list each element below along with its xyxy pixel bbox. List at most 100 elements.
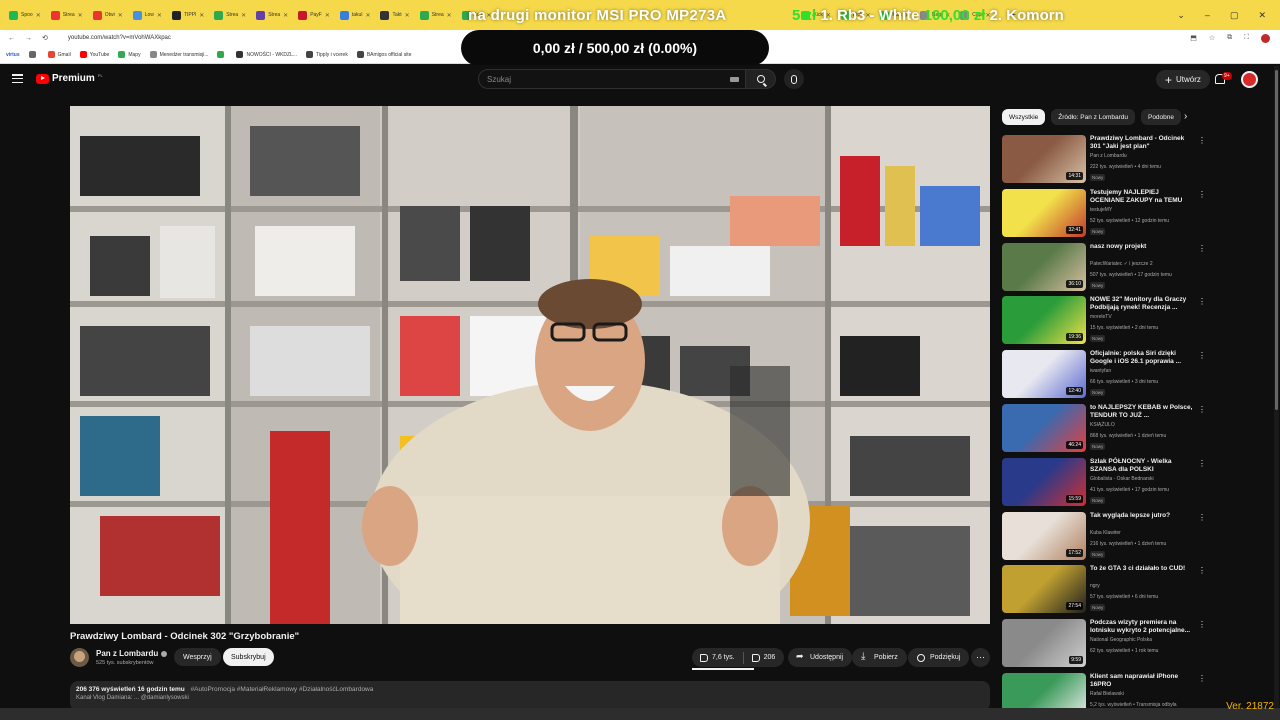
filter-chip[interactable]: Źródło: Pan z Lombardu xyxy=(1051,109,1135,125)
tab-close-icon[interactable]: ✕ xyxy=(283,12,288,19)
tab-close-icon[interactable]: ✕ xyxy=(118,12,123,19)
reload-button[interactable]: ⟲ xyxy=(42,34,48,42)
video-thumbnail[interactable]: 27:54 xyxy=(1002,565,1086,614)
tab-close-icon[interactable]: ✕ xyxy=(405,12,410,19)
bookmark-item[interactable] xyxy=(28,51,39,58)
tab-close-icon[interactable]: ✕ xyxy=(447,12,452,19)
bookmark-item[interactable] xyxy=(217,51,227,58)
recommended-title[interactable]: Podczas wizyty premiera na lotnisku wykr… xyxy=(1090,619,1194,635)
recommended-channel[interactable]: moreleTV xyxy=(1090,314,1112,320)
video-thumbnail[interactable]: 14:31 xyxy=(1002,135,1086,183)
keyboard-icon[interactable] xyxy=(730,77,739,82)
scrollbar-thumb[interactable] xyxy=(1275,70,1278,410)
recommended-channel[interactable]: Pan z Lombardu xyxy=(1090,153,1127,159)
browser-profile-avatar[interactable] xyxy=(1261,33,1270,43)
recommended-title[interactable]: Testujemy NAJLEPIEJ OCENIANE ZAKUPY na T… xyxy=(1090,189,1194,205)
more-options-icon[interactable]: ⋮ xyxy=(1198,137,1206,145)
recommended-video[interactable]: 17:52 Tak wygląda lepsze jutro? Kuba Klawi… xyxy=(1002,511,1206,562)
more-options-icon[interactable]: ⋮ xyxy=(1198,406,1206,414)
tab-close-icon[interactable]: ✕ xyxy=(78,12,83,19)
hamburger-menu-icon[interactable] xyxy=(12,74,23,83)
tab-10[interactable]: Strea ✕ xyxy=(415,4,457,26)
bookmark-item[interactable]: YouTube xyxy=(79,51,109,58)
tab-close-icon[interactable]: ✕ xyxy=(325,12,330,19)
video-thumbnail[interactable]: 9:59 xyxy=(1002,619,1086,668)
recommended-channel[interactable]: Kuba Klawiter xyxy=(1090,530,1121,536)
recommended-video[interactable]: 36:10 nasz nowy projekt PatecWariatec ✓ i … xyxy=(1002,242,1206,293)
create-button[interactable]: + Utwórz xyxy=(1156,70,1210,89)
support-button[interactable]: Wesprzyj xyxy=(174,648,221,666)
tab-close-icon[interactable]: ✕ xyxy=(241,12,246,19)
tab-4[interactable]: TIPPl ✕ xyxy=(167,4,209,26)
recommended-channel[interactable]: KSIĄŻULO xyxy=(1090,422,1115,428)
recommended-title[interactable]: To że GTA 3 ci działało to CUD! xyxy=(1090,565,1194,573)
recommended-channel[interactable]: testujeMY xyxy=(1090,207,1112,213)
tab-search-button[interactable]: ⌄ xyxy=(1177,10,1185,21)
recommended-video[interactable]: 14:31 Prawdziwy Lombard - Odcinek 301 "Ja… xyxy=(1002,135,1206,185)
bookmark-star-icon[interactable]: ☆ xyxy=(1209,34,1215,42)
bookmark-item[interactable]: Tipply i vcerek xyxy=(306,51,348,58)
tab-close-icon[interactable]: ✕ xyxy=(199,12,204,19)
video-thumbnail[interactable]: 36:10 xyxy=(1002,242,1086,291)
channel-avatar[interactable] xyxy=(70,648,89,667)
video-thumbnail[interactable]: 32:41 xyxy=(1002,188,1086,237)
more-options-icon[interactable]: ⋮ xyxy=(1198,513,1206,522)
recommended-video[interactable]: 32:41 Testujemy NAJLEPIEJ OCENIANE ZAKUPY… xyxy=(1002,188,1206,239)
recommended-title[interactable]: Oficjalnie: polska Siri dzięki Google i … xyxy=(1090,350,1194,366)
recommended-title[interactable]: nasz nowy projekt xyxy=(1090,243,1194,251)
filter-chip[interactable]: Wszystkie xyxy=(1002,109,1046,125)
tab-close-icon[interactable]: ✕ xyxy=(157,12,162,19)
tab-2[interactable]: Otwi ✕ xyxy=(88,4,128,26)
filter-chip[interactable]: Podobne xyxy=(1140,109,1182,125)
recommended-title[interactable]: to NAJLEPSZY KEBAB w Polsce, TENDUR TO J… xyxy=(1090,404,1194,420)
tab-5[interactable]: Strea ✕ xyxy=(209,4,251,26)
more-options-icon[interactable]: ⋮ xyxy=(1198,675,1206,683)
recommended-channel[interactable]: PatecWariatec ✓ i jeszcze 2 xyxy=(1090,261,1153,267)
maximize-button[interactable]: ▢ xyxy=(1230,10,1239,21)
video-thumbnail[interactable]: 15:59 xyxy=(1002,457,1086,506)
recommended-channel[interactable]: iwantyfan xyxy=(1090,368,1111,374)
bookmark-item[interactable]: virtus xyxy=(6,52,20,58)
recommended-title[interactable]: Prawdziwy Lombard - Odcinek 301 "Jaki je… xyxy=(1090,135,1194,151)
chevron-right-icon[interactable]: › xyxy=(1184,111,1187,122)
more-options-icon[interactable]: ⋮ xyxy=(1198,621,1206,629)
back-button[interactable]: ← xyxy=(8,35,15,42)
account-avatar[interactable] xyxy=(1241,71,1258,88)
bookmark-item[interactable]: NOWOŚCI - WKDZL... xyxy=(236,51,297,58)
video-thumbnail[interactable]: 19:36 xyxy=(1002,296,1086,345)
recommended-video[interactable]: 27:54 To że GTA 3 ci działało to CUD! ngry… xyxy=(1002,565,1206,615)
forward-button[interactable]: → xyxy=(25,35,32,42)
video-thumbnail[interactable]: 46:24 xyxy=(1002,404,1086,452)
more-options-icon[interactable]: ⋮ xyxy=(1198,190,1206,199)
search-input[interactable]: Szukaj xyxy=(478,69,746,89)
url-field[interactable]: youtube.com/watch?v=mVohWAXkpac xyxy=(68,35,171,41)
more-options-icon[interactable]: ⋮ xyxy=(1198,459,1206,468)
youtube-logo[interactable]: Premium PL xyxy=(36,73,103,84)
recommended-channel[interactable]: Rafał Bielawski xyxy=(1090,691,1124,697)
more-options-icon[interactable]: ⋮ xyxy=(1198,567,1206,575)
tab-3[interactable]: Low ✕ xyxy=(128,4,167,26)
minimize-button[interactable]: – xyxy=(1205,10,1210,20)
recommended-title[interactable]: Tak wygląda lepsze jutro? xyxy=(1090,512,1194,520)
tab-close-icon[interactable]: ✕ xyxy=(365,12,370,19)
recommended-video[interactable]: 15:59 Szlak PÓŁNOCNY - Wielka SZANSA dla … xyxy=(1002,457,1206,508)
recommended-video[interactable]: 19:36 NOWE 32" Monitory dla Graczy Podbij… xyxy=(1002,296,1206,346)
bookmark-item[interactable]: BAmigos official site xyxy=(356,51,411,58)
sidepanel-icon[interactable]: ⛶ xyxy=(1244,34,1249,42)
search-button[interactable] xyxy=(746,69,776,89)
subscribe-button[interactable]: Subskrybuj xyxy=(223,648,274,666)
description-box[interactable]: 206 376 wyświetleń 16 godzin temu #AutoP… xyxy=(70,681,990,711)
close-window-button[interactable]: ✕ xyxy=(1258,10,1266,21)
hashtags[interactable]: #AutoPromocja #MateriałReklamowy #Działa… xyxy=(191,686,374,693)
recommended-title[interactable]: Szlak PÓŁNOCNY - Wielka SZANSA dla POLSK… xyxy=(1090,458,1194,474)
download-button[interactable]: Pobierz xyxy=(852,648,907,667)
install-app-icon[interactable]: ⬒ xyxy=(1190,34,1197,42)
tab-6[interactable]: Strea ✕ xyxy=(251,4,293,26)
like-button[interactable]: 7,6 tys. xyxy=(692,653,743,662)
channel-name[interactable]: Pan z Lombardu xyxy=(96,649,168,658)
more-options-icon[interactable]: ⋮ xyxy=(1198,298,1206,306)
voice-search-icon[interactable] xyxy=(784,69,804,89)
tab-9[interactable]: Takt ✕ xyxy=(375,4,414,26)
recommended-video[interactable]: 12:40 Oficjalnie: polska Siri dzięki Goog… xyxy=(1002,350,1206,400)
dislike-button[interactable]: 206 xyxy=(744,653,784,662)
